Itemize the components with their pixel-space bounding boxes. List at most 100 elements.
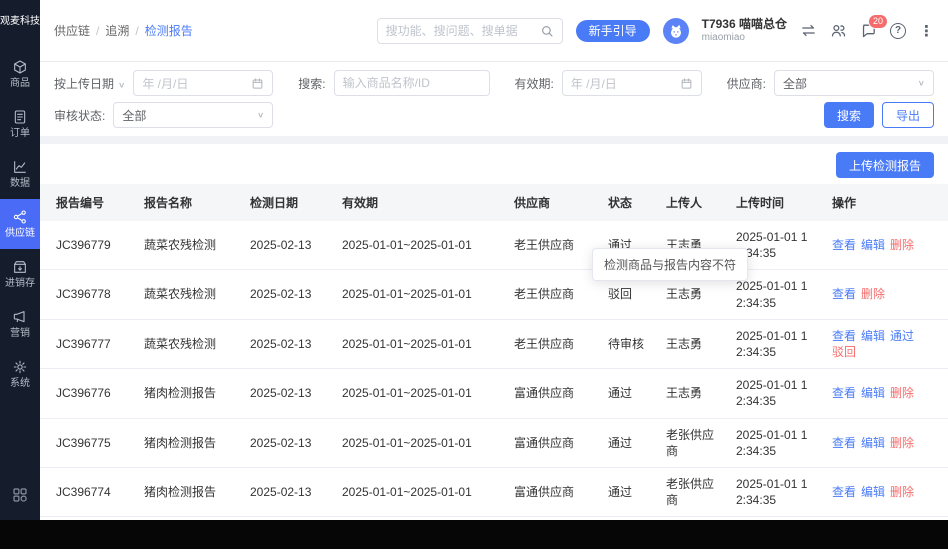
cell-actions: 查看 删除 — [824, 269, 948, 320]
search-button[interactable]: 搜索 — [823, 102, 874, 128]
action-查看[interactable]: 查看 — [832, 329, 856, 343]
cell-time: 2025-01-01 12:34:35 — [728, 418, 824, 468]
action-删除[interactable]: 删除 — [861, 287, 885, 301]
search-icon[interactable] — [540, 24, 554, 38]
action-查看[interactable]: 查看 — [832, 485, 856, 499]
cell-time: 2025-01-01 12:34:35 — [728, 319, 824, 370]
global-search-input[interactable] — [385, 23, 540, 38]
table-row: JC396776 猪肉检测报告 2025-02-13 2025-01-01~2025-… — [40, 368, 948, 419]
supplier-select[interactable]: 全部 ∨ — [774, 70, 934, 96]
cell-date: 2025-02-13 — [242, 368, 334, 419]
switch-store-icon[interactable] — [800, 22, 817, 39]
cell-date: 2025-02-13 — [242, 418, 334, 468]
supply-chain-icon — [12, 209, 28, 225]
upload-date-input[interactable]: 年 /月/日 — [133, 70, 274, 96]
messages-icon[interactable]: 20 — [860, 14, 888, 39]
cell-name: 蔬菜农残检测 — [136, 319, 242, 370]
action-删除[interactable]: 删除 — [890, 485, 914, 499]
guide-button[interactable]: 新手引导 — [575, 19, 650, 42]
validity-date-input[interactable]: 年 /月/日 — [561, 70, 702, 96]
cell-name: 蔬菜农残检测 — [136, 269, 242, 320]
cell-supplier: 富通供应商 — [506, 368, 600, 419]
breadcrumb-separator: / — [135, 23, 139, 38]
search-label: 搜索: — [298, 76, 326, 91]
sidebar-item-label: 系统 — [10, 378, 30, 389]
cell-uploader: 老张供应商 — [658, 467, 728, 518]
action-查看[interactable]: 查看 — [832, 287, 856, 301]
breadcrumb-item-supply-chain[interactable]: 供应链 — [54, 22, 90, 39]
chevron-down-icon: ∨ — [257, 110, 265, 120]
col-report-id: 报告编号 — [40, 184, 136, 221]
cell-time: 2025-01-01 12:34:35 — [728, 368, 824, 419]
sidebar-item-label: 商品 — [10, 78, 30, 89]
col-actions: 操作 — [824, 184, 948, 221]
action-编辑[interactable]: 编辑 — [861, 238, 885, 252]
app-logo: 观麦科技 — [0, 16, 40, 27]
action-通过[interactable]: 通过 — [890, 329, 914, 343]
upload-report-button[interactable]: 上传检测报告 — [835, 152, 934, 178]
cell-validity: 2025-01-01~2025-01-01 — [334, 319, 506, 370]
col-test-date: 检测日期 — [242, 184, 334, 221]
action-查看[interactable]: 查看 — [832, 436, 856, 450]
cell-actions: 查看 编辑 删除 — [824, 221, 948, 271]
user-info[interactable]: T7936 喵喵总仓 miaomiao — [702, 17, 787, 45]
cell-actions: 查看 编辑 删除 — [824, 418, 948, 468]
sidebar-item-system[interactable]: 系统 — [0, 349, 40, 399]
cell-validity: 2025-01-01~2025-01-01 — [334, 221, 506, 271]
inventory-icon — [12, 259, 28, 275]
action-查看[interactable]: 查看 — [832, 238, 856, 252]
cell-status: 通过 — [600, 418, 658, 468]
report-table: 报告编号 报告名称 检测日期 有效期 供应商 状态 上传人 上传时间 操作 JC… — [40, 184, 948, 518]
action-删除[interactable]: 删除 — [890, 386, 914, 400]
audit-status-select[interactable]: 全部 ∨ — [113, 102, 274, 128]
sidebar-item-supply-chain[interactable]: 供应链 — [0, 199, 40, 249]
product-search-input[interactable] — [333, 70, 490, 96]
date-type-dropdown[interactable]: 按上传日期 ∨ — [54, 75, 125, 92]
action-编辑[interactable]: 编辑 — [861, 436, 885, 450]
table-row: JC396774 猪肉检测报告 2025-02-13 2025-01-01~2025-… — [40, 467, 948, 518]
calendar-icon — [251, 77, 264, 90]
topbar-right: 新手引导 T7936 喵喵总仓 miaomiao 20 ? ⋮ — [376, 14, 934, 45]
help-icon[interactable]: ? — [890, 22, 906, 39]
sidebar-item-label: 订单 — [10, 128, 30, 139]
cell-actions: 查看 编辑 删除 — [824, 467, 948, 518]
action-查看[interactable]: 查看 — [832, 386, 856, 400]
more-icon[interactable]: ⋮ — [919, 22, 934, 40]
sidebar-nav: 商品 订单 数据 供应链 进销存 营销 系统 — [0, 49, 40, 399]
cell-supplier: 富通供应商 — [506, 418, 600, 468]
breadcrumb-item-report: 检测报告 — [144, 24, 193, 38]
action-删除[interactable]: 删除 — [890, 436, 914, 450]
chevron-down-icon: ∨ — [917, 78, 925, 88]
action-编辑[interactable]: 编辑 — [861, 386, 885, 400]
sidebar-item-marketing[interactable]: 营销 — [0, 299, 40, 349]
cell-id: JC396779 — [40, 221, 136, 271]
apps-grid-button[interactable] — [11, 486, 29, 520]
cell-actions: 查看 编辑 删除 — [824, 368, 948, 419]
global-search — [376, 17, 563, 44]
sidebar-item-data[interactable]: 数据 — [0, 149, 40, 199]
sidebar-item-inventory[interactable]: 进销存 — [0, 249, 40, 299]
sidebar-item-goods[interactable]: 商品 — [0, 49, 40, 99]
report-section: 上传检测报告 报告编号 报告名称 检测日期 有效期 供应商 状态 上传人 上传时… — [40, 144, 948, 557]
sidebar: 观麦科技 商品 订单 数据 供应链 进销存 营销 系统 — [0, 0, 40, 520]
validity-label: 有效期: — [514, 76, 554, 91]
col-status: 状态 — [600, 184, 658, 221]
avatar[interactable] — [662, 17, 689, 44]
action-驳回[interactable]: 驳回 — [832, 345, 856, 359]
contacts-icon[interactable] — [830, 22, 847, 39]
table-body: JC396779 蔬菜农残检测 2025-02-13 2025-01-01~2025-… — [40, 221, 948, 518]
chevron-down-icon: ∨ — [118, 80, 126, 90]
sidebar-item-orders[interactable]: 订单 — [0, 99, 40, 149]
sidebar-item-label: 营销 — [10, 328, 30, 339]
breadcrumb-item-trace[interactable]: 追溯 — [105, 22, 129, 39]
filter-panel: 按上传日期∨ 年 /月/日 搜索: 有效期: 年 /月/日 — [40, 62, 948, 136]
col-supplier: 供应商 — [506, 184, 600, 221]
action-编辑[interactable]: 编辑 — [861, 329, 885, 343]
action-编辑[interactable]: 编辑 — [861, 485, 885, 499]
apps-grid-icon — [11, 486, 29, 504]
action-删除[interactable]: 删除 — [890, 238, 914, 252]
cell-time: 2025-01-01 12:34:35 — [728, 467, 824, 518]
user-subname: miaomiao — [701, 31, 745, 43]
section-divider — [40, 136, 948, 144]
export-button[interactable]: 导出 — [881, 102, 934, 128]
